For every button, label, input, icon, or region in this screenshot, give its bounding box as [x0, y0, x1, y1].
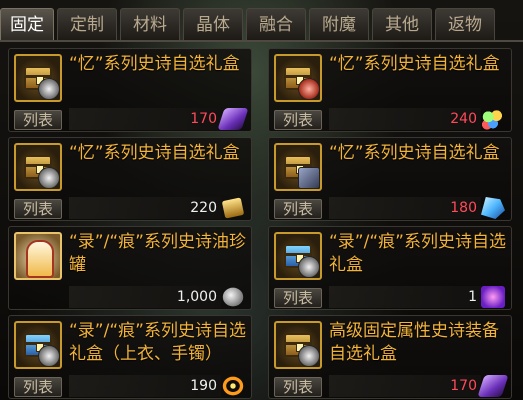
item-price: 170 — [190, 111, 217, 127]
shop-item-card[interactable]: 列表 高级固定属性史诗装备自选礼盒 170 — [268, 315, 512, 399]
purple-crystal-icon — [217, 108, 249, 130]
gold-chest-icon[interactable] — [14, 143, 62, 191]
shop-item-card[interactable]: 列表 “忆”系列史诗自选礼盒 170 — [8, 48, 252, 132]
tab-custom[interactable]: 定制 — [57, 8, 117, 40]
item-title: “忆”系列史诗自选礼盒 — [69, 143, 240, 163]
tab-crystal[interactable]: 晶体 — [183, 8, 243, 40]
list-button[interactable]: 列表 — [274, 199, 322, 219]
gold-chest-icon[interactable] — [14, 54, 62, 102]
item-title: “录”/“痕”系列史诗油珍罐 — [69, 232, 246, 275]
shop-item-card[interactable]: 列表 “录”/“痕”系列史诗自选礼盒（上衣、手镯） 190 — [8, 315, 252, 399]
shop-item-card[interactable]: 列表 “录”/“痕”系列史诗自选礼盒 1 — [268, 226, 512, 310]
silver-stone-icon — [222, 287, 244, 307]
item-price: 180 — [450, 200, 477, 216]
list-button[interactable]: 列表 — [14, 377, 62, 397]
item-price: 240 — [450, 111, 477, 127]
shop-item-card[interactable]: 列表 “忆”系列史诗自选礼盒 240 — [268, 48, 512, 132]
item-price: 1 — [468, 289, 477, 305]
gold-chest-icon[interactable] — [274, 143, 322, 191]
item-title: “录”/“痕”系列史诗自选礼盒 — [329, 232, 506, 275]
costume-figure-icon[interactable] — [14, 232, 62, 280]
gold-chest-icon[interactable] — [274, 54, 322, 102]
item-title: “忆”系列史诗自选礼盒 — [69, 54, 240, 74]
item-price: 190 — [190, 378, 217, 394]
tab-fusion[interactable]: 融合 — [246, 8, 306, 40]
shop-item-card[interactable]: 列表 “忆”系列史诗自选礼盒 220 — [8, 137, 252, 221]
price-bar — [329, 286, 481, 308]
item-title: 高级固定属性史诗装备自选礼盒 — [329, 321, 499, 364]
item-title: “忆”系列史诗自选礼盒 — [329, 54, 500, 74]
blue-chest-icon[interactable] — [14, 321, 62, 369]
item-title: “录”/“痕”系列史诗自选礼盒（上衣、手镯） — [69, 321, 246, 364]
shop-item-card[interactable]: “录”/“痕”系列史诗油珍罐 1,000 — [8, 226, 252, 310]
tab-underline — [0, 40, 523, 42]
list-button[interactable]: 列表 — [274, 110, 322, 130]
purple-crystal-icon — [477, 375, 509, 397]
tab-return[interactable]: 返物 — [435, 8, 495, 40]
rainbow-gems-icon — [481, 108, 505, 130]
blue-crystal-icon — [481, 197, 505, 219]
tab-enchant[interactable]: 附魔 — [309, 8, 369, 40]
item-price: 170 — [450, 378, 477, 394]
tab-materials[interactable]: 材料 — [120, 8, 180, 40]
shop-item-card[interactable]: 列表 “忆”系列史诗自选礼盒 180 — [268, 137, 512, 221]
item-price: 1,000 — [176, 289, 217, 305]
list-button[interactable]: 列表 — [274, 288, 322, 308]
list-button[interactable]: 列表 — [14, 110, 62, 130]
list-button[interactable]: 列表 — [14, 199, 62, 219]
gold-chest-icon[interactable] — [274, 321, 322, 369]
fire-ring-icon — [222, 376, 244, 396]
blue-chest-icon[interactable] — [274, 232, 322, 280]
tab-other[interactable]: 其他 — [372, 8, 432, 40]
item-title: “忆”系列史诗自选礼盒 — [329, 143, 500, 163]
item-price: 220 — [190, 200, 217, 216]
list-button[interactable]: 列表 — [274, 377, 322, 397]
shop-tab-bar: 固定 定制 材料 晶体 融合 附魔 其他 返物 — [0, 8, 523, 40]
violet-ticket-icon — [481, 286, 505, 308]
tab-fixed[interactable]: 固定 — [0, 8, 54, 40]
gold-ore-icon — [221, 197, 245, 219]
